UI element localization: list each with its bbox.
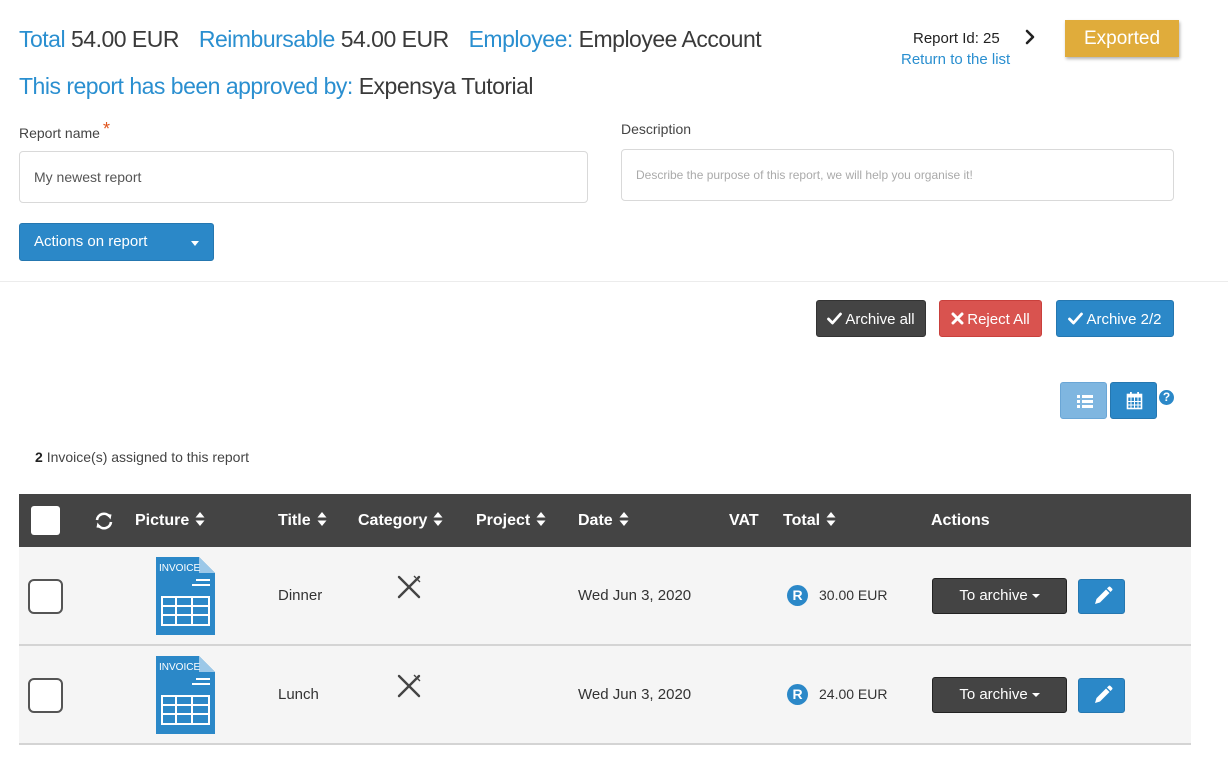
column-actions: Actions (931, 512, 990, 529)
invoice-thumbnail-icon[interactable]: INVOICE (156, 557, 215, 635)
column-category-label: Category (358, 512, 428, 529)
actions-on-report-dropdown[interactable]: Actions on report (19, 223, 214, 261)
report-name-input[interactable] (19, 151, 588, 203)
table-row: INVOICE Dinner Wed Jun 3, 2020 R 30.00 E… (19, 547, 1191, 646)
archive-all-label: Archive all (845, 311, 915, 328)
fork-knife-icon (397, 674, 421, 698)
report-id: Report Id: 25 (913, 30, 1000, 47)
description-input[interactable] (621, 149, 1174, 201)
caret-down-icon (1031, 594, 1040, 599)
invoice-thumbnail-icon[interactable]: INVOICE (156, 656, 215, 734)
list-icon (1077, 395, 1093, 408)
edit-button[interactable] (1078, 678, 1125, 713)
invoice-label: INVOICE (159, 662, 200, 673)
pencil-icon (1095, 586, 1113, 604)
archive-all-button[interactable]: Archive all (816, 300, 926, 337)
section-divider (0, 281, 1228, 282)
select-all-checkbox[interactable] (31, 506, 60, 535)
help-icon[interactable]: ? (1159, 390, 1174, 405)
column-project[interactable]: Project (476, 494, 546, 547)
invoice-title: Dinner (278, 587, 323, 604)
column-vat: VAT (729, 512, 759, 529)
exported-status-button[interactable]: Exported (1065, 20, 1179, 57)
approver-name: Expensya Tutorial (358, 73, 534, 99)
reimbursable-badge: R (787, 684, 808, 705)
report-name-label-text: Report name (19, 125, 100, 141)
fork-knife-icon (397, 575, 421, 599)
report-summary: Total 54.00 EUR Reimbursable 54.00 EUR E… (19, 26, 775, 53)
column-category[interactable]: Category (358, 494, 443, 547)
sort-icon (433, 511, 443, 526)
reimbursable-badge: R (787, 585, 808, 606)
total-label: Total (19, 26, 66, 52)
invoice-count-suffix: Invoice(s) assigned to this report (46, 449, 250, 465)
sort-icon (619, 511, 629, 526)
description-label: Description (621, 121, 692, 137)
to-archive-label: To archive (959, 686, 1028, 703)
approved-label: This report has been approved by: (19, 73, 353, 99)
to-archive-label: To archive (959, 587, 1028, 604)
reimbursable-label: Reimbursable (198, 26, 335, 52)
calendar-view-button[interactable] (1110, 382, 1157, 419)
sort-icon (536, 511, 546, 526)
pencil-icon (1095, 685, 1113, 703)
check-icon (1068, 312, 1084, 324)
actions-on-report-label: Actions on report (34, 233, 148, 250)
column-picture-label: Picture (135, 512, 190, 529)
column-total[interactable]: Total (783, 494, 836, 547)
row-checkbox[interactable] (28, 678, 63, 713)
column-total-label: Total (783, 512, 821, 529)
required-marker: * (102, 119, 110, 139)
caret-down-icon (1031, 693, 1040, 698)
refresh-icon[interactable] (94, 512, 114, 530)
total-value: 54.00 EUR (70, 26, 180, 52)
caret-down-icon (191, 241, 199, 246)
reject-all-label: Reject All (967, 311, 1030, 328)
column-date-label: Date (578, 512, 613, 529)
reimbursable-value: 54.00 EUR (340, 26, 450, 52)
check-icon (827, 312, 843, 324)
invoice-label: INVOICE (159, 563, 200, 574)
invoice-count-text: 2 Invoice(s) assigned to this report (35, 449, 249, 465)
to-archive-dropdown[interactable]: To archive (932, 578, 1067, 614)
sort-icon (826, 511, 836, 526)
column-project-label: Project (476, 512, 531, 529)
invoice-total: 30.00 EUR (819, 587, 888, 603)
column-picture[interactable]: Picture (135, 494, 205, 547)
sort-icon (195, 511, 205, 526)
column-title-label: Title (278, 512, 311, 529)
report-name-label: Report name * (19, 119, 110, 143)
approval-line: This report has been approved by: Expens… (19, 73, 534, 100)
archive-count-label: Archive 2/2 (1086, 311, 1162, 328)
invoices-table-header: Picture Title Category Project Date VAT … (19, 494, 1191, 547)
table-row: INVOICE Lunch Wed Jun 3, 2020 R 24.00 EU… (19, 646, 1191, 745)
invoice-date: Wed Jun 3, 2020 (578, 587, 692, 604)
edit-button[interactable] (1078, 579, 1125, 614)
invoice-date: Wed Jun 3, 2020 (578, 686, 692, 703)
column-title[interactable]: Title (278, 494, 327, 547)
to-archive-dropdown[interactable]: To archive (932, 677, 1067, 713)
invoice-count: 2 (35, 449, 43, 465)
chevron-right-icon[interactable] (1022, 28, 1038, 46)
employee-value: Employee Account (578, 26, 762, 52)
invoice-total: 24.00 EUR (819, 686, 888, 702)
archive-selected-button[interactable]: Archive 2/2 (1056, 300, 1174, 337)
return-to-list-link[interactable]: Return to the list (901, 51, 1010, 68)
invoice-title: Lunch (278, 686, 319, 703)
column-date[interactable]: Date (578, 494, 629, 547)
employee-label: Employee: (468, 26, 574, 52)
row-checkbox[interactable] (28, 579, 63, 614)
calendar-icon (1126, 392, 1143, 410)
list-view-button[interactable] (1060, 382, 1107, 419)
close-icon (951, 312, 964, 325)
reject-all-button[interactable]: Reject All (939, 300, 1042, 337)
sort-icon (317, 511, 327, 526)
